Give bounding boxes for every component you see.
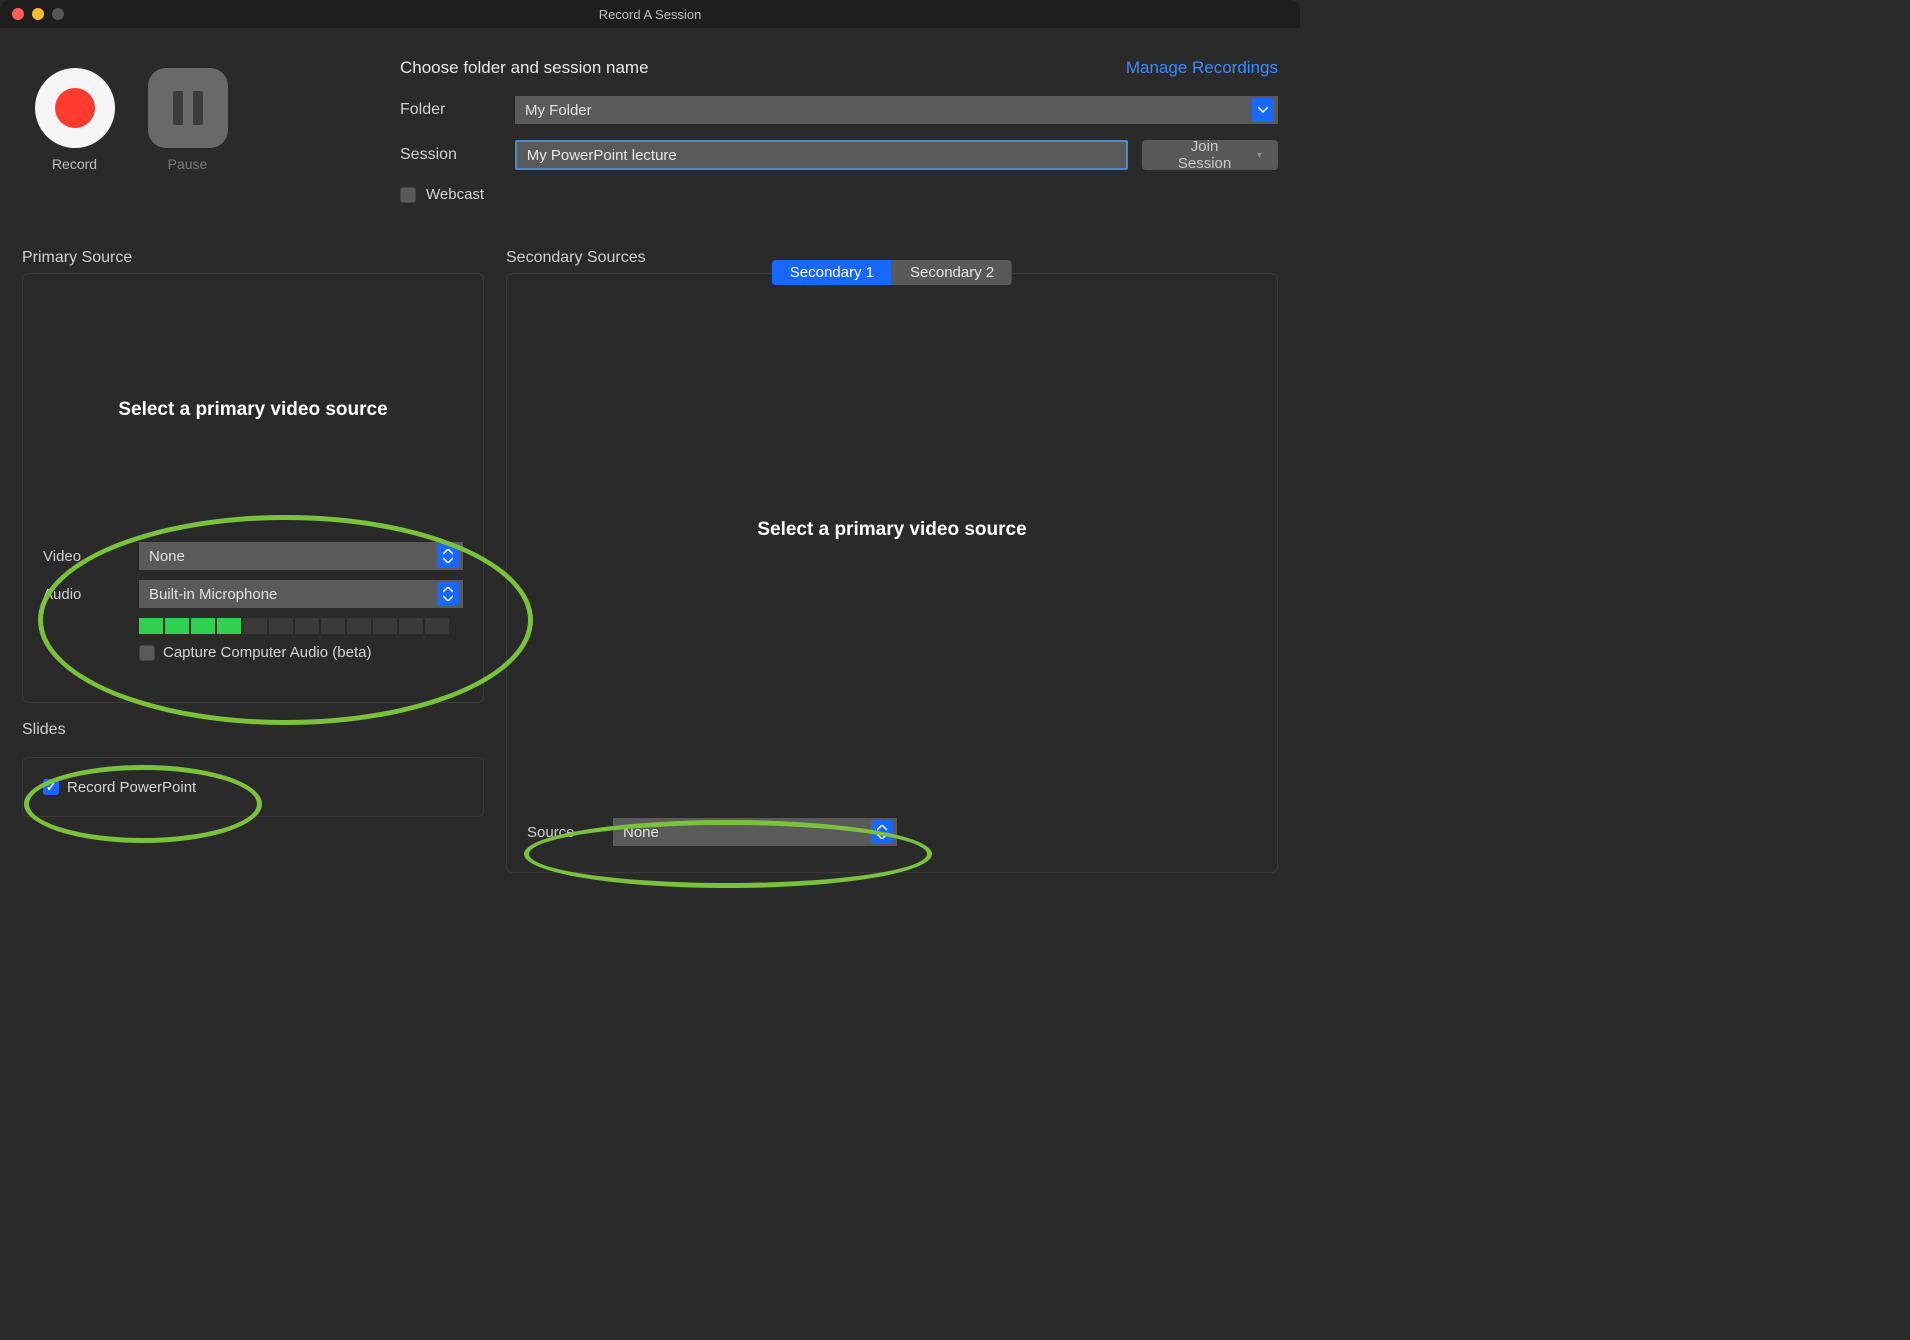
folder-select[interactable]: My Folder [515, 96, 1278, 124]
record-powerpoint-checkbox[interactable] [43, 779, 59, 795]
level-cell [373, 618, 397, 634]
secondary-source-select[interactable]: None [613, 818, 897, 846]
webcast-label: Webcast [426, 186, 484, 203]
record-icon [55, 88, 95, 128]
pause-label: Pause [168, 156, 208, 172]
window-controls [12, 8, 64, 20]
pause-icon [173, 91, 183, 125]
updown-icon [437, 582, 459, 606]
slides-title: Slides [22, 721, 484, 739]
primary-placeholder: Select a primary video source [23, 399, 483, 421]
record-session-window: Record A Session Record Pause [0, 0, 1300, 910]
titlebar: Record A Session [0, 0, 1300, 28]
record-label: Record [52, 156, 97, 172]
pause-button [148, 68, 228, 148]
minimize-icon[interactable] [32, 8, 44, 20]
record-button[interactable] [35, 68, 115, 148]
audio-select-value: Built-in Microphone [149, 586, 277, 603]
chevron-down-icon [1252, 98, 1274, 122]
video-select-value: None [149, 548, 185, 565]
level-cell [425, 618, 449, 634]
join-session-label: Join Session [1162, 138, 1247, 172]
slides-panel: Record PowerPoint [22, 757, 484, 817]
updown-icon [871, 820, 893, 844]
primary-source-panel: Select a primary video source Video None [22, 273, 484, 703]
record-powerpoint-label: Record PowerPoint [67, 779, 196, 796]
video-select[interactable]: None [139, 542, 463, 570]
level-cell [139, 618, 163, 634]
level-cell [321, 618, 345, 634]
audio-label: Audio [43, 586, 139, 603]
audio-level-meter [139, 618, 463, 634]
window-title: Record A Session [10, 7, 1290, 22]
chevron-down-icon: ▾ [1257, 150, 1262, 161]
close-icon[interactable] [12, 8, 24, 20]
video-label: Video [43, 548, 139, 565]
webcast-checkbox[interactable] [400, 187, 416, 203]
manage-recordings-link[interactable]: Manage Recordings [1126, 58, 1278, 78]
level-cell [399, 618, 423, 634]
folder-label: Folder [400, 101, 515, 119]
level-cell [191, 618, 215, 634]
form-heading: Choose folder and session name [400, 58, 649, 78]
audio-select[interactable]: Built-in Microphone [139, 580, 463, 608]
session-label: Session [400, 146, 515, 164]
level-cell [269, 618, 293, 634]
capture-computer-audio-checkbox[interactable] [139, 645, 155, 661]
folder-select-value: My Folder [525, 102, 592, 119]
capture-computer-audio-label: Capture Computer Audio (beta) [163, 644, 371, 661]
secondary-source-label: Source [527, 824, 613, 841]
tab-secondary-2[interactable]: Secondary 2 [892, 260, 1012, 285]
secondary-source-panel: Secondary 1 Secondary 2 Select a primary… [506, 273, 1278, 873]
secondary-tabs: Secondary 1 Secondary 2 [772, 260, 1012, 285]
pause-icon [193, 91, 203, 125]
level-cell [347, 618, 371, 634]
secondary-source-value: None [623, 824, 659, 841]
updown-icon [437, 544, 459, 568]
join-session-button[interactable]: Join Session ▾ [1142, 140, 1278, 170]
maximize-icon [52, 8, 64, 20]
level-cell [295, 618, 319, 634]
level-cell [217, 618, 241, 634]
level-cell [243, 618, 267, 634]
tab-secondary-1[interactable]: Secondary 1 [772, 260, 892, 285]
primary-source-title: Primary Source [22, 249, 484, 267]
level-cell [165, 618, 189, 634]
session-name-input[interactable] [515, 140, 1128, 170]
secondary-placeholder: Select a primary video source [507, 519, 1277, 541]
